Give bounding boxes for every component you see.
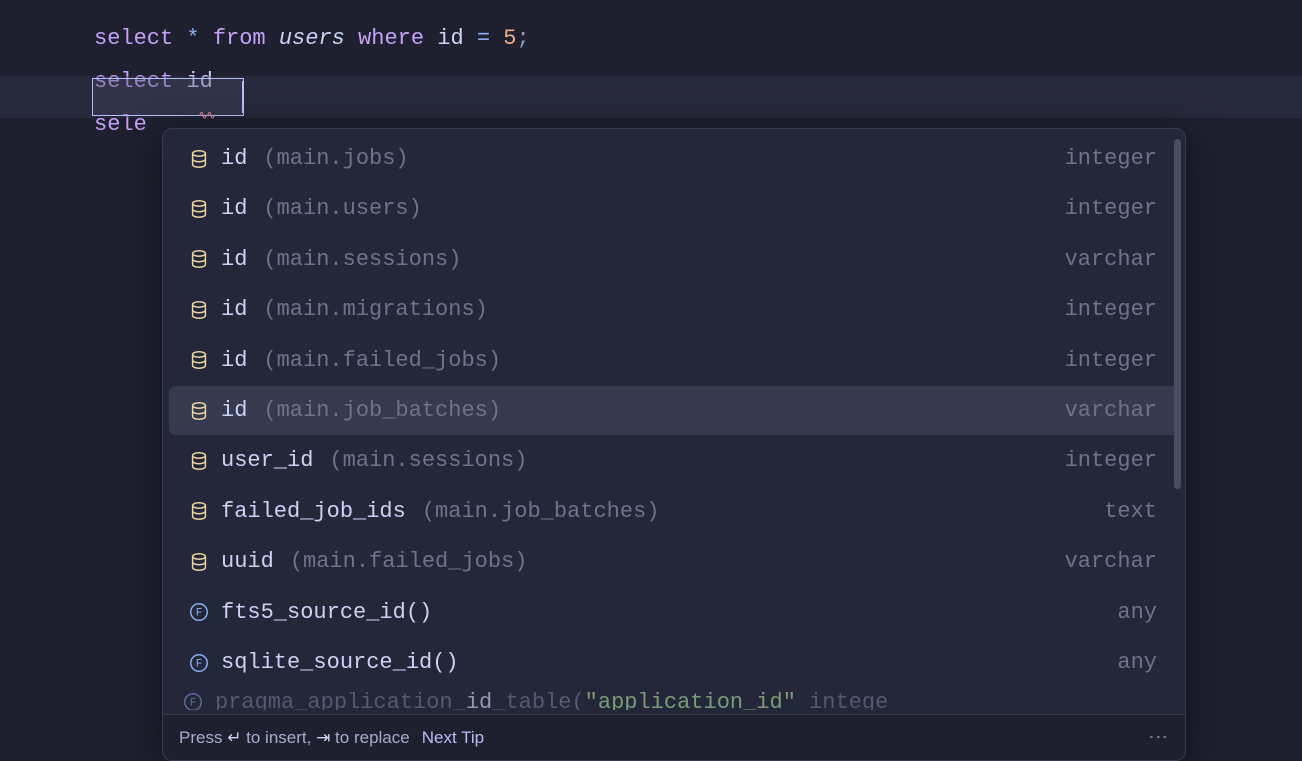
completion-item[interactable]: id (main.failed_jobs) integer <box>169 336 1179 385</box>
completion-type: integer <box>1065 291 1157 328</box>
function-icon: F <box>181 690 205 710</box>
function-icon: F <box>187 651 211 675</box>
completion-type: any <box>1117 594 1157 631</box>
completion-context: (main.sessions) <box>329 442 527 479</box>
completion-type: integer <box>1065 140 1157 177</box>
completion-list[interactable]: id (main.jobs) integer id (main.users) intege… <box>163 129 1185 714</box>
svg-text:F: F <box>196 608 203 620</box>
database-column-icon <box>187 399 211 423</box>
code-editor[interactable]: select * from users where id = 5; select… <box>0 0 1302 147</box>
typed-text: id <box>186 69 212 94</box>
number-literal: 5 <box>503 26 516 51</box>
completion-context: (main.job_batches) <box>263 392 501 429</box>
completion-item[interactable]: Ffts5_source_id() any <box>169 588 1179 637</box>
completion-item[interactable]: failed_job_ids (main.job_batches) text <box>169 487 1179 536</box>
operator-eq: = <box>477 26 490 51</box>
completion-name: id <box>221 241 247 278</box>
completion-type: varchar <box>1065 392 1157 429</box>
database-column-icon <box>187 449 211 473</box>
completion-type: varchar <box>1065 241 1157 278</box>
enter-key-icon: ↵ <box>227 728 241 747</box>
database-column-icon <box>187 197 211 221</box>
table-name: users <box>279 26 345 51</box>
code-line-1[interactable]: select * from users where id = 5; <box>94 18 1302 61</box>
code-line-2[interactable]: select id <box>94 61 1302 104</box>
database-column-icon <box>187 348 211 372</box>
svg-text:F: F <box>190 698 197 710</box>
scrollbar-thumb[interactable] <box>1174 139 1181 489</box>
completion-context: (main.sessions) <box>263 241 461 278</box>
completion-item[interactable]: id (main.job_batches) varchar <box>169 386 1179 435</box>
completion-type: any <box>1117 644 1157 681</box>
autocomplete-popup: id (main.jobs) integer id (main.users) intege… <box>162 128 1186 761</box>
popup-footer: Press ↵ to insert, ⇥ to replace Next Tip… <box>163 714 1185 760</box>
text-partial: sele <box>94 112 147 137</box>
keyword-from: from <box>213 26 266 51</box>
kebab-menu-icon[interactable]: ⋮ <box>1146 727 1171 748</box>
svg-text:F: F <box>196 658 203 670</box>
completion-name: sqlite_source_id() <box>221 644 459 681</box>
semicolon: ; <box>517 26 530 51</box>
completion-name: fts5_source_id() <box>221 594 432 631</box>
completion-name: failed_job_ids <box>221 493 406 530</box>
completion-context: (main.failed_jobs) <box>290 543 528 580</box>
completion-name: id <box>221 140 247 177</box>
keyword-where: where <box>358 26 424 51</box>
completion-name: id <box>221 291 247 328</box>
database-column-icon <box>187 298 211 322</box>
operator-star: * <box>186 26 199 51</box>
database-column-icon <box>187 147 211 171</box>
next-tip-link[interactable]: Next Tip <box>422 728 484 748</box>
completion-context: (main.jobs) <box>263 140 408 177</box>
tab-key-icon: ⇥ <box>316 728 330 747</box>
completion-item[interactable]: id (main.jobs) integer <box>169 134 1179 183</box>
completion-item[interactable]: id (main.users) integer <box>169 184 1179 233</box>
completion-name: pragma_application_id_table("application… <box>215 690 888 711</box>
completion-context: (main.job_batches) <box>422 493 660 530</box>
completion-name: id <box>221 392 247 429</box>
completion-type: integer <box>1065 190 1157 227</box>
function-icon: F <box>187 600 211 624</box>
completion-context: (main.failed_jobs) <box>263 342 501 379</box>
database-column-icon <box>187 499 211 523</box>
completion-type: integer <box>1065 442 1157 479</box>
completion-item[interactable]: uuid (main.failed_jobs) varchar <box>169 537 1179 586</box>
completion-item[interactable]: user_id (main.sessions) integer <box>169 436 1179 485</box>
completion-item[interactable]: id (main.sessions) varchar <box>169 235 1179 284</box>
completion-name: uuid <box>221 543 274 580</box>
completion-type: integer <box>1065 342 1157 379</box>
footer-hint: Press ↵ to insert, ⇥ to replace <box>179 728 410 748</box>
completion-item[interactable]: id (main.migrations) integer <box>169 285 1179 334</box>
keyword-select: select <box>94 26 173 51</box>
completion-name: user_id <box>221 442 313 479</box>
completion-name: id <box>221 190 247 227</box>
completion-context: (main.migrations) <box>263 291 487 328</box>
completion-context: (main.users) <box>263 190 421 227</box>
completion-item-partial[interactable]: Fpragma_application_id_table("applicatio… <box>163 688 1185 710</box>
keyword-select: select <box>94 69 173 94</box>
completion-type: text <box>1104 493 1157 530</box>
database-column-icon <box>187 247 211 271</box>
database-column-icon <box>187 550 211 574</box>
completion-type: varchar <box>1065 543 1157 580</box>
completion-item[interactable]: Fsqlite_source_id() any <box>169 638 1179 687</box>
completion-name: id <box>221 342 247 379</box>
column-id: id <box>437 26 463 51</box>
